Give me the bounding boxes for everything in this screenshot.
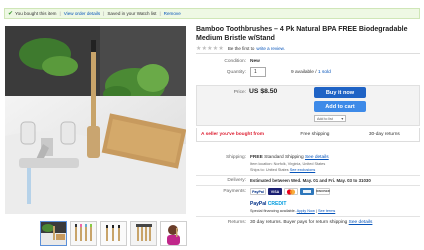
returns-row: 30 day returns. Buyer pays for return sh…: [250, 220, 372, 225]
paypal-credit-brand: PayPal: [250, 201, 267, 207]
delivery-label: Delivery:: [227, 178, 246, 183]
see-terms-link[interactable]: See terms: [318, 209, 335, 213]
bought-text: You bought this item: [15, 11, 57, 16]
shipping-row: FREE Standard Shipping See details: [250, 155, 329, 160]
delivery-estimate: Estimated between Wed. May. 01 and Fri. …: [250, 178, 371, 183]
thumbnail-5[interactable]: [160, 221, 187, 246]
mastercard-circles-icon: [286, 188, 296, 195]
product-main-image[interactable]: [5, 26, 186, 214]
seller-bought-from-text: A seller you've bought from: [201, 132, 265, 137]
product-title: Bamboo Toothbrushes – 4 Pk Natural BPA F…: [196, 26, 408, 42]
banner-separator: |: [103, 11, 105, 16]
banner-separator: |: [159, 11, 161, 16]
shipping-method: Standard Shipping: [264, 155, 304, 160]
add-to-cart-button[interactable]: Add to cart: [314, 101, 366, 112]
divider: [196, 216, 420, 217]
thumbnail-4[interactable]: [130, 221, 157, 246]
condition-label: Condition:: [224, 59, 246, 64]
paypal-logo: PayPal: [250, 188, 266, 195]
amex-logo: [300, 188, 314, 195]
shipping-see-details-link[interactable]: See details: [305, 155, 329, 160]
see-exclusions-link[interactable]: See exclusions: [290, 168, 316, 172]
shipping-free: FREE: [250, 155, 263, 160]
add-to-list-label: Add to list: [317, 116, 333, 121]
thumbnail-1[interactable]: [40, 221, 67, 246]
banner-separator: |: [59, 11, 61, 16]
chevron-down-icon: ▼: [340, 116, 344, 121]
bathroom-sink-photo: [5, 26, 186, 214]
financing-separator: |: [315, 209, 317, 213]
add-to-list-dropdown[interactable]: Add to list ▼: [314, 115, 346, 122]
quantity-input[interactable]: 1: [250, 67, 266, 77]
rating-row: ★★★★★ Be the first to write a review.: [196, 45, 285, 52]
thumbnail-strip: [40, 221, 187, 246]
paypal-credit-word: CREDIT: [267, 201, 287, 207]
buy-it-now-button[interactable]: Buy it now: [314, 87, 366, 98]
returns-text: 30-day returns: [368, 132, 400, 137]
thumbnail-3[interactable]: [100, 221, 127, 246]
special-financing-row: Special financing available. Apply Now |…: [250, 209, 335, 213]
paypal-credit-logo: PayPal CREDIT: [250, 201, 286, 207]
seller-highlights-bar: A seller you've bought from Free shippin…: [196, 128, 420, 142]
thumbnail-image: [131, 222, 156, 245]
divider: [196, 175, 420, 176]
watch-list-status: Saved in your Watch list: [107, 11, 157, 16]
condition-value: New: [250, 59, 260, 64]
availability-row: 9 available / 1 sold: [291, 70, 331, 75]
thumbnail-image: [161, 222, 186, 245]
available-separator: /: [315, 70, 317, 75]
visa-logo: VISA: [268, 188, 282, 195]
remove-link[interactable]: Remove: [164, 11, 181, 16]
view-order-details-link[interactable]: View order details: [64, 11, 100, 16]
thumbnail-2[interactable]: [70, 221, 97, 246]
apply-now-link[interactable]: Apply Now: [297, 209, 315, 213]
shipping-label: Shipping:: [225, 155, 246, 160]
returns-label: Returns:: [227, 220, 246, 225]
returns-policy-text: 30 day returns. Buyer pays for return sh…: [250, 220, 348, 225]
returns-see-details-link[interactable]: See details: [349, 220, 373, 225]
free-shipping-text: Free shipping: [300, 132, 330, 137]
thumbnail-image: [71, 222, 96, 245]
quantity-label: Quantity:: [226, 70, 246, 75]
item-location: Item location: Norfolk, Virginia, United…: [250, 162, 326, 166]
ships-to-text: Ships to: United States: [250, 168, 289, 172]
payments-label: Payments:: [223, 189, 246, 194]
amex-icon: [303, 190, 311, 193]
price-value: US $8.50: [249, 88, 278, 95]
discover-logo: DISCOVER: [316, 188, 330, 195]
sold-count-link[interactable]: 1 sold: [318, 70, 331, 75]
checkmark-icon: ✔: [8, 10, 14, 17]
price-label: Price:: [233, 90, 246, 95]
ships-to-row: Ships to: United States See exclusions: [250, 168, 315, 172]
rating-stars-icon: ★★★★★: [196, 46, 224, 52]
available-count: 9 available: [291, 70, 314, 75]
first-review-prefix: Be the first to: [227, 46, 255, 51]
divider: [196, 185, 420, 186]
write-review-link[interactable]: write a review.: [256, 46, 285, 51]
divider: [196, 53, 420, 54]
thumbnail-image: [41, 222, 66, 245]
special-financing-text: Special financing available.: [250, 209, 296, 213]
purchase-banner: ✔ You bought this item | View order deta…: [4, 8, 420, 19]
thumbnail-image: [101, 222, 126, 245]
mastercard-logo: [284, 188, 298, 195]
